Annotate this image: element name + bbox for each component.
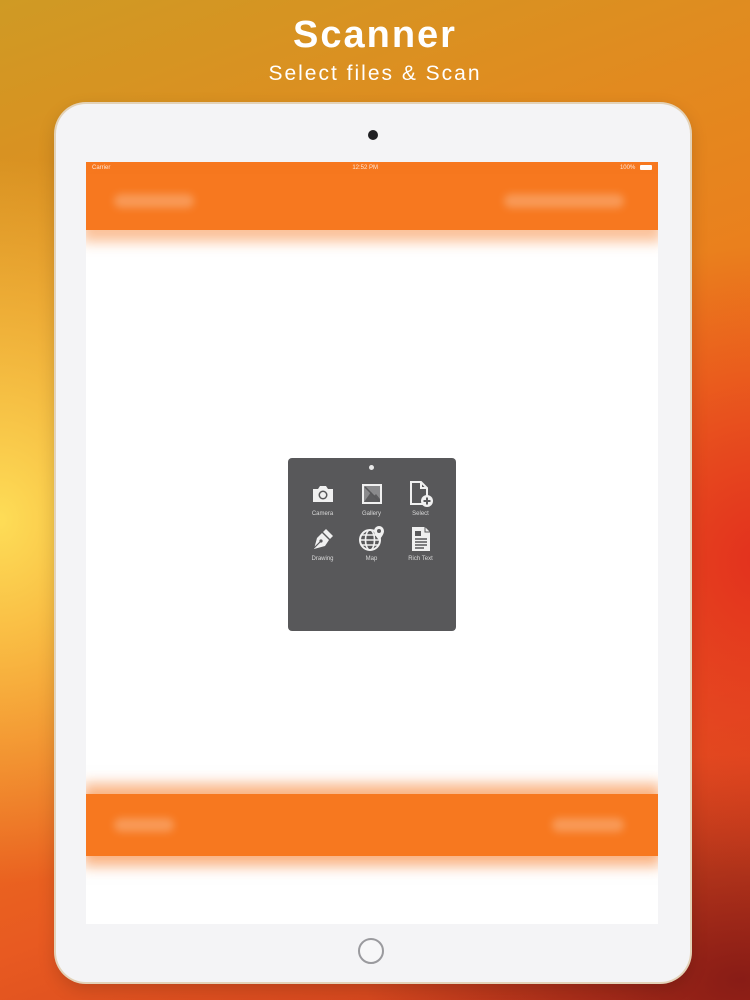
front-camera <box>368 130 378 140</box>
menu-item-map[interactable]: Map <box>347 525 396 562</box>
menu-item-drawing[interactable]: Drawing <box>298 525 347 562</box>
toolbar-right-button[interactable] <box>552 818 624 832</box>
status-time: 12:52 PM <box>352 165 378 171</box>
promo-subtitle: Select files & Scan <box>268 62 482 85</box>
status-bar: Carrier 12:52 PM 100% <box>86 162 658 174</box>
pen-icon <box>309 525 337 553</box>
source-grid: Camera Gallery Select Drawing Map Rich T… <box>298 480 446 562</box>
top-navigation-bar <box>86 174 658 230</box>
menu-label-map: Map <box>365 556 378 562</box>
source-popover: Camera Gallery Select Drawing Map Rich T… <box>288 458 456 631</box>
status-battery-group: 100% <box>619 164 652 172</box>
status-carrier: Carrier <box>92 165 111 171</box>
status-battery: 100% <box>619 165 636 172</box>
menu-item-camera[interactable]: Camera <box>298 480 347 517</box>
menu-label-select: Select <box>412 511 429 517</box>
page-indicator-dot <box>369 465 374 470</box>
promo-title: Scanner <box>293 14 457 56</box>
menu-item-gallery[interactable]: Gallery <box>347 480 396 517</box>
ipad-frame: Carrier 12:52 PM 100% Camera Gallery Sel… <box>56 104 690 982</box>
battery-icon <box>640 164 652 170</box>
menu-label-camera: Camera <box>311 511 334 517</box>
menu-label-drawing: Drawing <box>311 556 334 562</box>
gallery-icon <box>358 480 386 508</box>
device-screen: Carrier 12:52 PM 100% Camera Gallery Sel… <box>86 162 658 924</box>
toolbar-left-button[interactable] <box>114 818 174 832</box>
home-button[interactable] <box>358 938 384 964</box>
camera-icon <box>309 480 337 508</box>
bottom-toolbar <box>86 794 658 856</box>
rich-text-icon <box>407 525 435 553</box>
map-globe-icon <box>358 525 386 553</box>
nav-left-button[interactable] <box>114 194 194 208</box>
add-file-icon <box>407 480 435 508</box>
menu-label-rich-text: Rich Text <box>408 556 433 562</box>
nav-right-button[interactable] <box>504 194 624 208</box>
menu-label-gallery: Gallery <box>361 511 381 517</box>
menu-item-select[interactable]: Select <box>396 480 445 517</box>
menu-item-rich-text[interactable]: Rich Text <box>396 525 445 562</box>
